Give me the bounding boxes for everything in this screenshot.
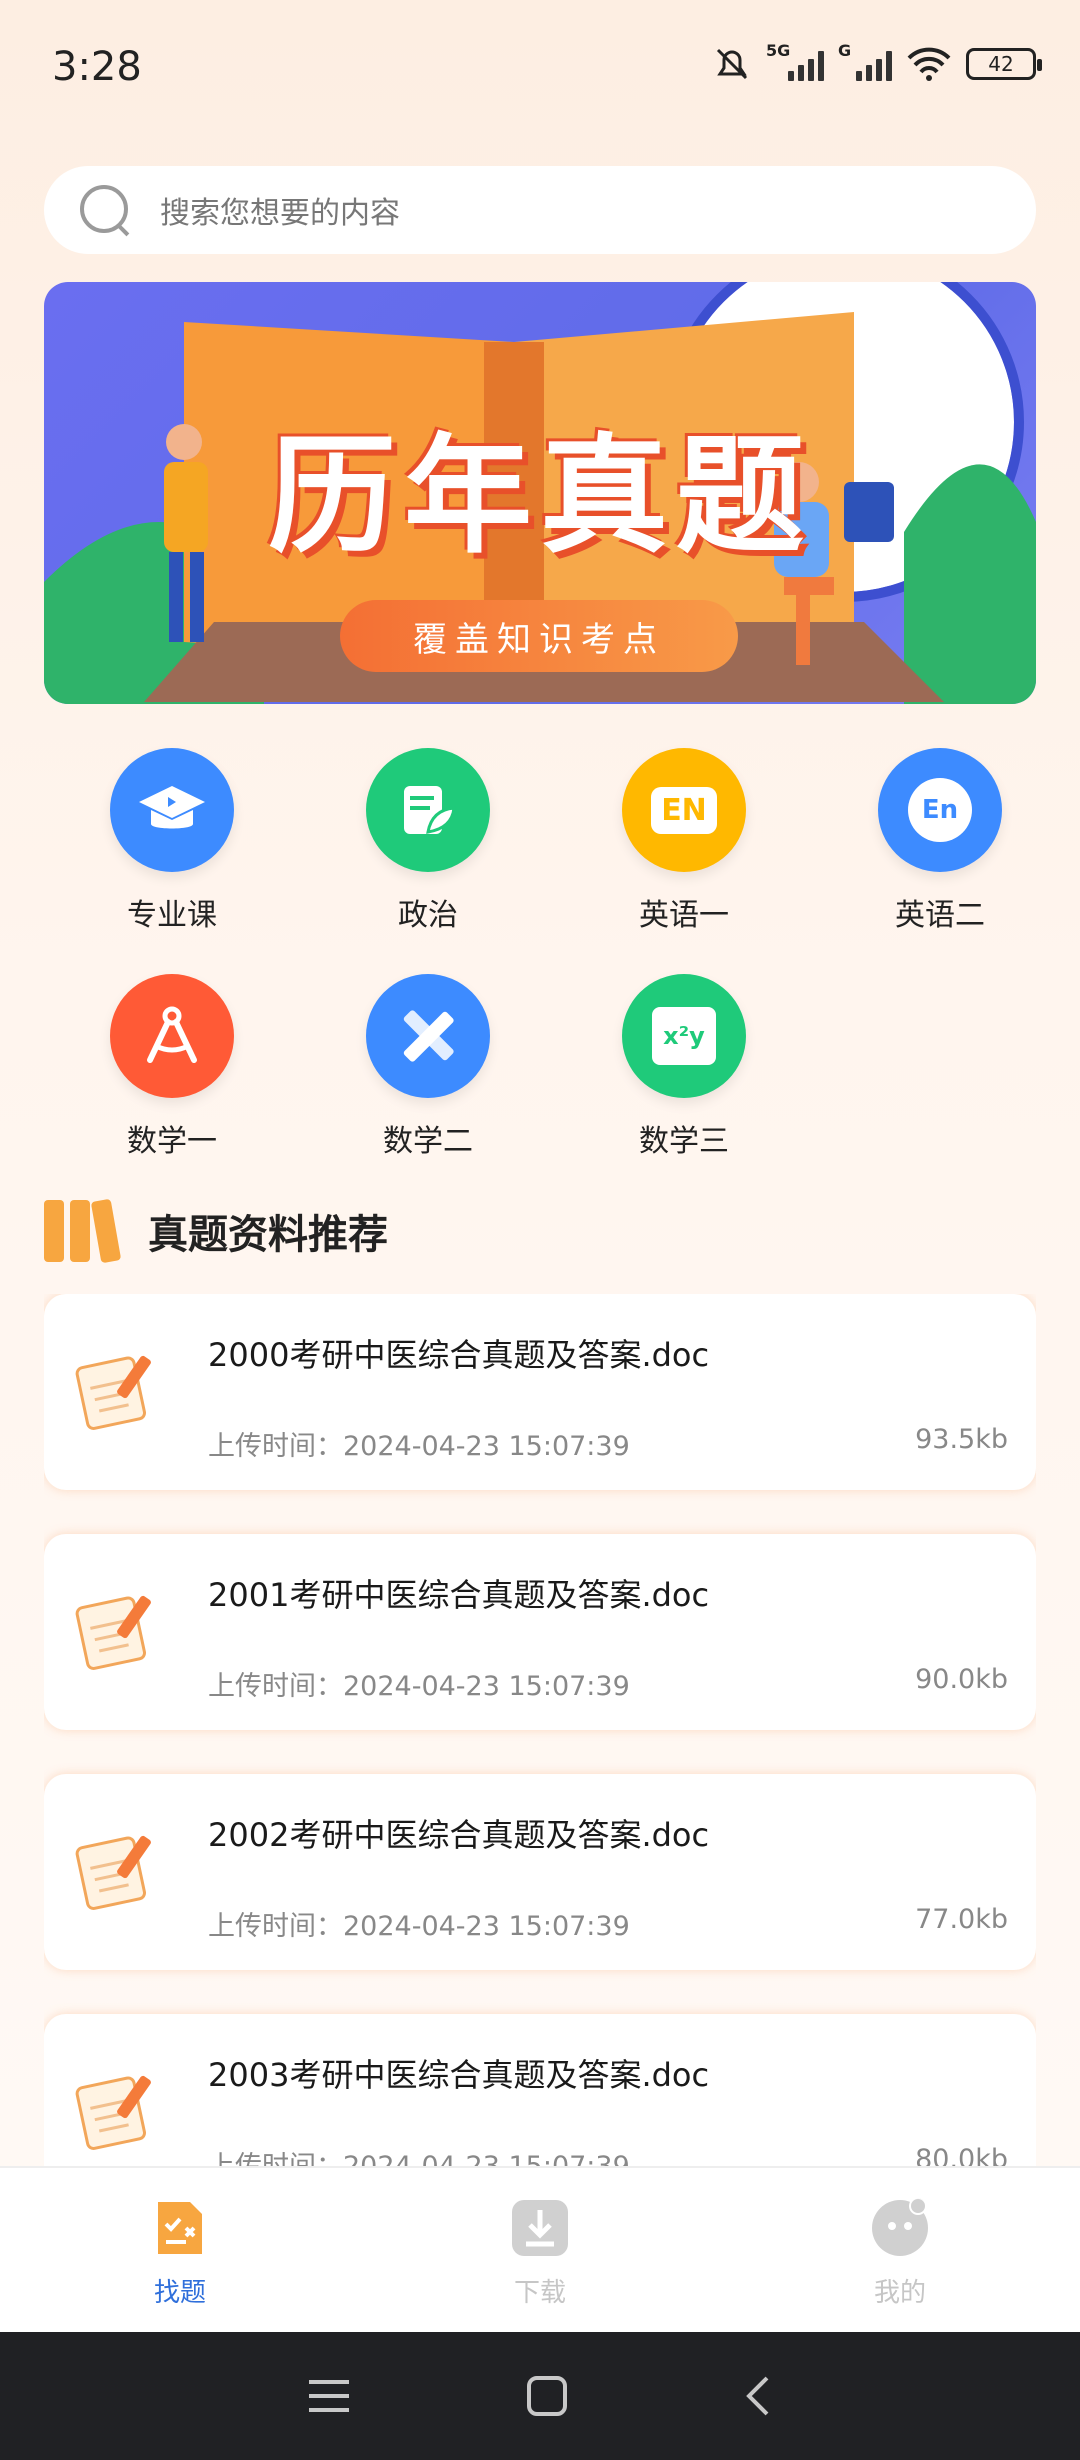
document-size: 80.0kb: [915, 2144, 1008, 2166]
category-label: 英语二: [895, 898, 985, 933]
category-yingyu-yi[interactable]: EN 英语一: [556, 748, 812, 934]
calendar-formula-glyph: x²y: [652, 1007, 716, 1065]
search-icon: [78, 183, 132, 237]
category-zhengzhi[interactable]: 政治: [300, 748, 556, 934]
category-label: 数学三: [639, 1124, 729, 1159]
search-placeholder: 搜索您想要的内容: [160, 196, 400, 231]
document-card[interactable]: 2002考研中医综合真题及答案.doc 上传时间：2024-04-23 15:0…: [44, 1774, 1036, 1970]
compass-icon: [110, 974, 234, 1098]
document-list: 2000考研中医综合真题及答案.doc 上传时间：2024-04-23 15:0…: [44, 1294, 1036, 2166]
banner[interactable]: 历年真题 覆盖知识考点: [44, 282, 1036, 704]
home-icon[interactable]: [525, 2374, 569, 2418]
document-card[interactable]: 2003考研中医综合真题及答案.doc 上传时间：2024-04-23 15:0…: [44, 2014, 1036, 2166]
bottom-tab-bar: 找题 下载 我的: [0, 2166, 1080, 2332]
signal-g-label: G: [838, 41, 852, 60]
graduation-cap-icon: [110, 748, 234, 872]
mute-bell-icon: [716, 48, 748, 80]
notebook-pencil-icon: [75, 1595, 151, 1670]
category-shuxue-san[interactable]: x²y 数学三: [556, 974, 812, 1160]
calendar-formula-icon: x²y: [622, 974, 746, 1098]
category-label: 数学一: [127, 1124, 217, 1159]
en-bubble-glyph: En: [908, 778, 972, 842]
profile-icon: [872, 2198, 928, 2256]
tab-profile[interactable]: 我的: [720, 2168, 1080, 2332]
category-grid: 专业课 政治 EN 英语一 En 英语二 数学一 数学二 x²y 数学三: [44, 748, 1068, 1160]
document-title: 2001考研中医综合真题及答案.doc: [208, 1576, 710, 1614]
notebook-pencil-icon: [75, 1835, 151, 1910]
document-title: 2003考研中医综合真题及答案.doc: [208, 2056, 710, 2094]
status-time: 3:28: [52, 44, 142, 90]
category-shuxue-yi[interactable]: 数学一: [44, 974, 300, 1160]
document-size: 90.0kb: [915, 1664, 1008, 1695]
tab-label: 找题: [153, 2278, 206, 2308]
banner-title: 历年真题: [267, 422, 812, 571]
battery-indicator: 42: [966, 48, 1042, 80]
status-icons: 5G G 42: [712, 41, 1042, 84]
category-label: 数学二: [383, 1124, 473, 1159]
wifi-icon: [907, 47, 951, 81]
category-label: 英语一: [639, 898, 729, 933]
pencil-ruler-icon: [366, 974, 490, 1098]
document-card[interactable]: 2000考研中医综合真题及答案.doc 上传时间：2024-04-23 15:0…: [44, 1294, 1036, 1490]
document-upload-time: 上传时间：2024-04-23 15:07:39: [208, 1431, 630, 1462]
document-size: 77.0kb: [915, 1904, 1008, 1935]
category-shuxue-er[interactable]: 数学二: [300, 974, 556, 1160]
document-upload-time: 上传时间：2024-04-23 15:07:39: [208, 1911, 630, 1942]
en-chat-icon: EN: [622, 748, 746, 872]
status-bar: 3:28 5G G 42: [0, 0, 1080, 140]
tab-find-questions[interactable]: 找题: [0, 2168, 360, 2332]
document-upload-time: 上传时间：2024-04-23 15:07:39: [208, 2144, 630, 2166]
notebook-pencil-icon: [75, 1355, 151, 1430]
signal-g-icon: G: [838, 41, 892, 81]
document-leaf-icon: [366, 748, 490, 872]
category-zhuanyeke[interactable]: 专业课: [44, 748, 300, 934]
document-size: 93.5kb: [915, 1424, 1008, 1455]
tab-label: 下载: [513, 2278, 566, 2308]
banner-subtitle: 覆盖知识考点: [340, 600, 738, 672]
document-card[interactable]: 2001考研中医综合真题及答案.doc 上传时间：2024-04-23 15:0…: [44, 1534, 1036, 1730]
tab-label: 我的: [873, 2278, 926, 2308]
category-label: 专业课: [127, 898, 217, 933]
signal-5g-label: 5G: [766, 41, 791, 60]
find-questions-icon: [158, 2202, 202, 2254]
en-bubble-icon: En: [878, 748, 1002, 872]
download-icon: [512, 2200, 568, 2256]
system-navigation-bar: [0, 2332, 1080, 2460]
signal-5g-icon: 5G: [766, 41, 824, 81]
books-icon: [44, 1198, 122, 1264]
document-title: 2002考研中医综合真题及答案.doc: [208, 1816, 710, 1854]
en-chat-glyph: EN: [651, 786, 717, 834]
notebook-pencil-icon: [75, 2075, 151, 2150]
tab-download[interactable]: 下载: [360, 2168, 720, 2332]
menu-icon[interactable]: [307, 2376, 351, 2416]
search-bar[interactable]: 搜索您想要的内容: [44, 166, 1036, 254]
document-upload-time: 上传时间：2024-04-23 15:07:39: [208, 1671, 630, 1702]
category-label: 政治: [398, 898, 458, 933]
category-yingyu-er[interactable]: En 英语二: [812, 748, 1068, 934]
section-header: 真题资料推荐: [44, 1198, 388, 1264]
section-title: 真题资料推荐: [148, 1212, 388, 1258]
document-title: 2000考研中医综合真题及答案.doc: [208, 1336, 710, 1374]
back-icon[interactable]: [743, 2374, 773, 2418]
